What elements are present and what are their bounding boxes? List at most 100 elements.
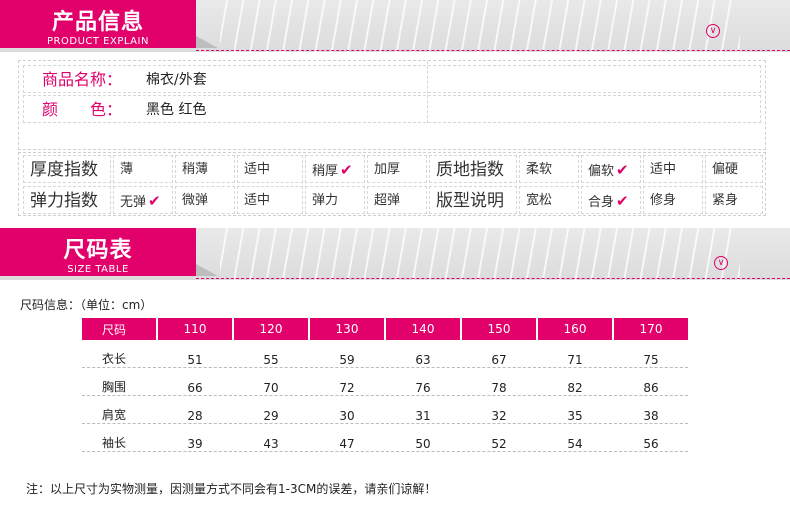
- product-info-box: 商品名称： 棉衣/外套 颜 色： 黑色 红色: [18, 60, 766, 150]
- header-cell: 160: [538, 318, 612, 340]
- table-cell: 38: [614, 396, 688, 424]
- checkmark-icon: ✔: [616, 192, 629, 210]
- table-cell: 31: [386, 396, 460, 424]
- attr-option-selected: 无弹 ✔: [113, 186, 173, 214]
- table-cell: 52: [462, 424, 536, 452]
- table-cell: 56: [614, 424, 688, 452]
- chevron-down-icon: ∨: [714, 256, 728, 270]
- attributes-grid: 厚度指数 薄 稍薄 适中 稍厚 ✔ 加厚 质地指数 柔软 偏软 ✔ 适中 偏硬 弹力…: [18, 152, 766, 216]
- header-cell: 130: [310, 318, 384, 340]
- product-color-row: 颜 色： 黑色 红色: [23, 95, 761, 123]
- size-header-row: 尺码 110 120 130 140 150 160 170: [82, 318, 688, 340]
- table-cell: 30: [310, 396, 384, 424]
- table-cell: 59: [310, 340, 384, 368]
- elasticity-header: 弹力指数: [23, 186, 111, 214]
- row-label: 胸围: [82, 368, 156, 396]
- table-cell: 70: [234, 368, 308, 396]
- table-row: 袖长 39 43 47 50 52 54 56: [82, 424, 688, 452]
- tab-fold: [196, 264, 218, 276]
- attr-option: 宽松: [519, 186, 579, 214]
- row-label: 肩宽: [82, 396, 156, 424]
- table-cell: 63: [386, 340, 460, 368]
- grass-decoration: [220, 0, 740, 52]
- size-table-banner: 尺码表 SIZE TABLE ∨: [0, 228, 790, 280]
- table-cell: 76: [386, 368, 460, 396]
- checkmark-icon: ✔: [340, 161, 353, 179]
- table-cell: 86: [614, 368, 688, 396]
- fit-header: 版型说明: [429, 186, 517, 214]
- attr-option: 偏硬: [705, 155, 763, 183]
- table-cell: 72: [310, 368, 384, 396]
- checkmark-icon: ✔: [616, 161, 629, 179]
- attr-option: 微弹: [175, 186, 235, 214]
- header-cell: 140: [386, 318, 460, 340]
- table-cell: 29: [234, 396, 308, 424]
- option-label: 稍厚: [312, 164, 339, 179]
- divider-line: [196, 50, 790, 51]
- color-label: 颜 色：: [42, 100, 123, 119]
- table-cell: 71: [538, 340, 612, 368]
- attr-option: 适中: [237, 155, 303, 183]
- section-title: 尺码表: [63, 238, 133, 263]
- attr-option: 适中: [643, 155, 703, 183]
- option-label: 偏软: [588, 164, 615, 179]
- attr-option-selected: 偏软 ✔: [581, 155, 641, 183]
- attr-option: 弹力: [305, 186, 365, 214]
- attr-option: 加厚: [367, 155, 427, 183]
- info-divider: [427, 61, 428, 123]
- thickness-header: 厚度指数: [23, 155, 111, 183]
- product-info-banner: 产品信息 PRODUCT EXPLAIN ∨: [0, 0, 790, 52]
- chevron-down-icon: ∨: [706, 24, 720, 38]
- option-label: 无弹: [120, 195, 147, 210]
- option-label: 合身: [588, 195, 615, 210]
- header-cell: 170: [614, 318, 688, 340]
- attr-option-selected: 稍厚 ✔: [305, 155, 365, 183]
- table-cell: 55: [234, 340, 308, 368]
- table-row: 胸围 66 70 72 76 78 82 86: [82, 368, 688, 396]
- table-cell: 47: [310, 424, 384, 452]
- attr-option: 超弹: [367, 186, 427, 214]
- table-cell: 43: [234, 424, 308, 452]
- product-name-row: 商品名称： 棉衣/外套: [23, 65, 761, 93]
- table-cell: 66: [158, 368, 232, 396]
- table-row: 衣长 51 55 59 63 67 71 75: [82, 340, 688, 368]
- footnote: 注：以上尺寸为实物测量，因测量方式不同会有1-3CM的误差，请亲们谅解！: [26, 482, 437, 496]
- attr-option: 稍薄: [175, 155, 235, 183]
- size-table: 尺码 110 120 130 140 150 160 170 衣长 51 55 …: [80, 318, 690, 452]
- color-value: 黑色 红色: [146, 102, 207, 118]
- checkmark-icon: ✔: [148, 192, 161, 210]
- table-cell: 28: [158, 396, 232, 424]
- table-cell: 67: [462, 340, 536, 368]
- name-value: 棉衣/外套: [146, 72, 207, 88]
- table-cell: 75: [614, 340, 688, 368]
- name-label: 商品名称：: [42, 70, 123, 89]
- grass-decoration: [220, 228, 740, 280]
- header-cell: 尺码: [82, 318, 156, 340]
- table-cell: 50: [386, 424, 460, 452]
- table-cell: 78: [462, 368, 536, 396]
- section-subtitle: PRODUCT EXPLAIN: [47, 36, 149, 47]
- attr-option: 紧身: [705, 186, 763, 214]
- size-unit-note: 尺码信息：（单位：cm）: [20, 298, 153, 312]
- table-cell: 54: [538, 424, 612, 452]
- table-cell: 51: [158, 340, 232, 368]
- section-title: 产品信息: [51, 10, 144, 35]
- table-row: 肩宽 28 29 30 31 32 35 38: [82, 396, 688, 424]
- table-cell: 82: [538, 368, 612, 396]
- row-label: 衣长: [82, 340, 156, 368]
- section-subtitle: SIZE TABLE: [67, 264, 129, 275]
- attr-option: 薄: [113, 155, 173, 183]
- attr-option: 适中: [237, 186, 303, 214]
- product-info-tab: 产品信息 PRODUCT EXPLAIN: [0, 0, 196, 48]
- row-label: 袖长: [82, 424, 156, 452]
- attr-option: 修身: [643, 186, 703, 214]
- table-cell: 39: [158, 424, 232, 452]
- table-cell: 35: [538, 396, 612, 424]
- attr-option: 柔软: [519, 155, 579, 183]
- texture-header: 质地指数: [429, 155, 517, 183]
- attr-option-selected: 合身 ✔: [581, 186, 641, 214]
- table-cell: 32: [462, 396, 536, 424]
- tab-fold: [196, 36, 218, 48]
- size-table-tab: 尺码表 SIZE TABLE: [0, 228, 196, 276]
- header-cell: 110: [158, 318, 232, 340]
